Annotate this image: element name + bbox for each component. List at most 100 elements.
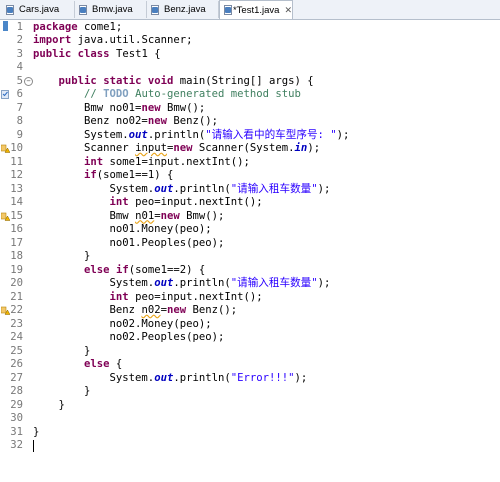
- java-file-icon: [151, 4, 160, 15]
- code-text: Benz no02=new Benz();: [33, 115, 218, 127]
- tab-test1-java[interactable]: *Test1.java ✕: [219, 0, 293, 19]
- line-number: 20: [10, 277, 23, 289]
- code-line[interactable]: 16 no01.Money(peo);: [0, 223, 500, 237]
- code-line[interactable]: 4: [0, 61, 500, 75]
- code-text: int peo=input.nextInt();: [109, 196, 263, 208]
- line-number: 16: [10, 223, 23, 235]
- code-line[interactable]: 11 int some1=input.nextInt();: [0, 156, 500, 170]
- line-number: 12: [10, 169, 23, 181]
- line-number: 31: [10, 425, 23, 438]
- code-line[interactable]: 12 if(some1==1) {: [0, 169, 500, 183]
- code-text: System.out.println("请输入看中的车型序号: ");: [33, 128, 350, 141]
- code-line[interactable]: 31}: [0, 426, 500, 440]
- code-editor[interactable]: 1 package come1; 2 import java.util.Scanner…: [0, 20, 500, 482]
- code-text: int peo=input.nextInt();: [109, 290, 263, 303]
- code-line[interactable]: 20 System.out.println("请输入租车数量");: [0, 277, 500, 291]
- fold-toggle-icon[interactable]: −: [24, 76, 33, 86]
- line-number: 1: [16, 20, 23, 33]
- code-line[interactable]: 30: [0, 412, 500, 426]
- code-text: no02.Peoples(peo);: [33, 331, 225, 343]
- code-text: public class Test1 {: [33, 47, 161, 60]
- code-line[interactable]: 32: [0, 439, 500, 453]
- line-number: 25: [10, 344, 23, 357]
- code-text: System.out.println("请输入租车数量");: [33, 182, 331, 195]
- code-line[interactable]: 10 Scanner input=new Scanner(System.in);: [0, 142, 500, 156]
- tab-label: Cars.java: [19, 4, 60, 15]
- code-line[interactable]: 14 int peo=input.nextInt();: [0, 196, 500, 210]
- code-text: no01.Money(peo);: [33, 223, 212, 235]
- line-number: 23: [10, 317, 23, 330]
- code-text: Scanner input=new Scanner(System.in);: [33, 142, 321, 154]
- line-number: 17: [10, 236, 23, 249]
- line-number: 4: [16, 61, 23, 73]
- code-text: import java.util.Scanner;: [33, 34, 193, 46]
- code-line[interactable]: 1 package come1;: [0, 21, 500, 35]
- code-text: else {: [84, 358, 123, 370]
- code-text: Bmw n01=new Bmw();: [33, 209, 225, 222]
- java-file-icon: [224, 5, 232, 15]
- code-text: public static void main(String[] args) {: [58, 74, 314, 87]
- warning-icon: [1, 306, 10, 315]
- code-line[interactable]: 13 System.out.println("请输入租车数量");: [0, 183, 500, 197]
- code-line[interactable]: 18 }: [0, 250, 500, 264]
- code-text: }: [33, 250, 91, 262]
- line-number: 19: [10, 263, 23, 276]
- line-number: 3: [16, 47, 23, 60]
- code-text: }: [33, 344, 91, 357]
- code-text: no01.Peoples(peo);: [33, 236, 225, 249]
- code-line[interactable]: 15 Bmw n01=new Bmw();: [0, 210, 500, 224]
- code-line[interactable]: 23 no02.Money(peo);: [0, 318, 500, 332]
- tab-label: *Test1.java: [232, 4, 280, 16]
- code-text: // TODO Auto-generated method stub: [84, 88, 301, 100]
- code-line[interactable]: 3 public class Test1 {: [0, 48, 500, 62]
- line-number: 18: [10, 250, 23, 262]
- line-number: 26: [10, 358, 23, 370]
- java-file-icon: [6, 4, 15, 15]
- java-file-icon: [79, 4, 88, 15]
- line-number: 7: [16, 101, 23, 114]
- code-line[interactable]: 2 import java.util.Scanner;: [0, 34, 500, 48]
- code-line[interactable]: 19 else if(some1==2) {: [0, 264, 500, 278]
- code-line[interactable]: 8 Benz no02=new Benz();: [0, 115, 500, 129]
- line-number: 9: [16, 128, 23, 141]
- code-text: Bmw no01=new Bmw();: [33, 101, 206, 114]
- tab-benz-java[interactable]: Benz.java: [147, 1, 219, 18]
- line-number: 5: [16, 74, 23, 87]
- code-text: System.out.println("Error!!!");: [33, 371, 308, 384]
- code-line[interactable]: 29 }: [0, 399, 500, 413]
- code-line[interactable]: 9 System.out.println("请输入看中的车型序号: ");: [0, 129, 500, 143]
- code-line[interactable]: 25 }: [0, 345, 500, 359]
- code-text: }: [33, 385, 91, 397]
- code-line[interactable]: 22 Benz n02=new Benz();: [0, 304, 500, 318]
- code-text: else if(some1==2) {: [84, 263, 206, 276]
- line-number: 28: [10, 385, 23, 397]
- editor-tab-bar: Cars.java Bmw.java Benz.java *Test1.java…: [0, 0, 500, 20]
- tab-bmw-java[interactable]: Bmw.java: [75, 1, 147, 18]
- code-line[interactable]: 27 System.out.println("Error!!!");: [0, 372, 500, 386]
- code-text: package come1;: [33, 20, 123, 33]
- code-line[interactable]: 26 else {: [0, 358, 500, 372]
- code-line[interactable]: 28 }: [0, 385, 500, 399]
- line-number: 14: [10, 196, 23, 208]
- code-line[interactable]: 17 no01.Peoples(peo);: [0, 237, 500, 251]
- line-number: 2: [16, 34, 23, 46]
- close-tab-icon[interactable]: ✕: [284, 5, 292, 16]
- code-line[interactable]: 5− public static void main(String[] args…: [0, 75, 500, 89]
- warning-icon: [1, 144, 10, 153]
- code-text: }: [33, 425, 40, 438]
- task-icon: [1, 90, 9, 99]
- tab-cars-java[interactable]: Cars.java: [2, 1, 75, 18]
- warning-icon: [1, 212, 10, 221]
- code-text: no02.Money(peo);: [33, 317, 212, 330]
- code-line[interactable]: 21 int peo=input.nextInt();: [0, 291, 500, 305]
- line-number: 27: [10, 371, 23, 384]
- code-line[interactable]: 24 no02.Peoples(peo);: [0, 331, 500, 345]
- line-number: 11: [10, 155, 23, 168]
- code-text: System.out.println("请输入租车数量");: [33, 277, 331, 289]
- tab-label: Benz.java: [164, 4, 206, 15]
- line-number: 29: [10, 398, 23, 411]
- code-text: }: [33, 398, 65, 411]
- code-line[interactable]: 7 Bmw no01=new Bmw();: [0, 102, 500, 116]
- tab-label: Bmw.java: [92, 4, 133, 15]
- code-line[interactable]: 6 // TODO Auto-generated method stub: [0, 88, 500, 102]
